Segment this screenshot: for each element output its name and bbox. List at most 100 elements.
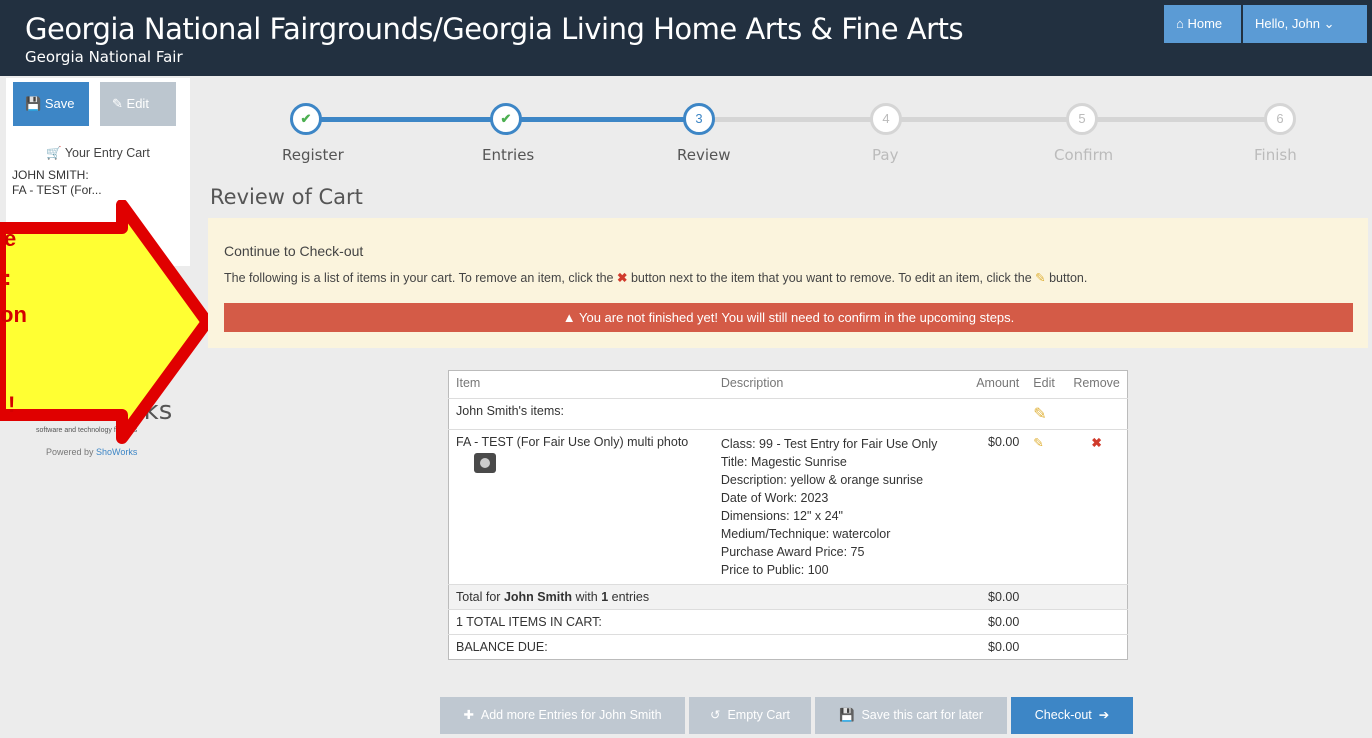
total-with: with [572,590,602,604]
home-icon: ⌂ [1176,16,1184,31]
arrow-right-icon: ➔ [1098,708,1110,722]
checkout-label: Check-out [1034,708,1092,722]
desc-line: Medium/Technique: watercolor [720,527,891,541]
entry-cart-label: Your Entry Cart [64,146,150,160]
entry-edit-cell: ✎ [1026,429,1067,585]
items-in-cart-label: 1 TOTAL ITEMS IN CART: [448,609,965,635]
pencil-icon: ✎ [1035,271,1046,285]
check-icon: ✔ [300,111,312,126]
checkout-info-panel: Continue to Check-out The following is a… [208,218,1368,348]
table-row: Total for John Smith with 1 entries $0.0… [448,584,1128,610]
instructions-part-2: button next to the item that you want to… [630,271,1032,285]
table-row: 1 TOTAL ITEMS IN CART: $0.00 [448,609,1128,635]
add-more-label: Add more Entries for John Smith [480,708,662,722]
step-2-label: Entries [482,146,535,164]
pencil-icon: ✎ [112,96,123,111]
total-name: John Smith [503,590,572,604]
step-1-label: Register [282,146,344,164]
save-button[interactable]: 💾 Save [13,82,89,126]
step-4-circle: 4 [870,103,902,135]
floppy-icon: 💾 [838,708,855,722]
desc-line: Description: yellow & orange sunrise [720,473,924,487]
undo-icon: ↺ [710,708,721,722]
cart-owner-name: JOHN SMITH: [12,168,89,182]
entry-remove-cell: ✖ [1066,429,1128,585]
cart-table: Item Description Amount Edit Remove John… [448,370,1128,660]
table-row: John Smith's items: ✎ [448,398,1128,430]
remove-x-icon: ✖ [617,271,628,285]
table-header-row: Item Description Amount Edit Remove [449,371,1128,399]
balance-due-amount: $0.00 [964,634,1027,660]
warning-icon: ▲ [562,310,576,325]
page-title: Georgia National Fairgrounds/Georgia Liv… [25,12,964,46]
pencil-icon[interactable]: ✎ [1033,406,1046,423]
edit-label: Edit [126,96,149,111]
camera-icon [474,453,496,473]
entry-amount: $0.00 [964,429,1027,585]
desc-line: Title: Magestic Sunrise [720,455,847,469]
empty-cart-button[interactable]: ↺ Empty Cart [689,697,811,734]
entry-item-cell: FA - TEST (For Fair Use Only) multi phot… [448,429,714,585]
checkout-button[interactable]: Check-out ➔ [1011,697,1133,734]
items-in-cart-amount: $0.00 [964,609,1027,635]
review-title: Review of Cart [210,185,363,209]
group-edit-cell: ✎ [1026,398,1067,430]
progress-line-pending [700,117,1280,122]
total-amount: $0.00 [964,584,1027,610]
header-description: Description [720,376,784,390]
table-row: FA - TEST (For Fair Use Only) multi phot… [448,429,1128,585]
check-icon: ✔ [500,111,512,126]
desc-line: Class: 99 - Test Entry for Fair Use Only [720,437,938,451]
group-label: John Smith's items: [448,398,1027,430]
empty-cell [1066,634,1128,660]
powered-by: Powered by ShoWorks [46,447,137,457]
empty-cell [1066,584,1128,610]
empty-cell [1026,609,1067,635]
step-5-label: Confirm [1054,146,1114,164]
step-6-circle: 6 [1264,103,1296,135]
user-label: Hello, John [1255,16,1321,31]
desc-line: Price to Public: 100 [720,563,829,577]
cart-icon: 🛒 [46,146,62,160]
step-3-circle: 3 [683,103,715,135]
remove-x-icon[interactable]: ✖ [1091,436,1101,450]
save-label: Save [44,96,75,111]
pencil-icon[interactable]: ✎ [1033,436,1043,450]
floppy-icon: 💾 [25,96,42,111]
header-item: Item [456,376,481,390]
cart-item-link[interactable]: FA - TEST (For... [12,183,102,197]
balance-due-label: BALANCE DUE: [448,634,965,660]
table-row: BALANCE DUE: $0.00 [448,634,1128,660]
user-menu-button[interactable]: Hello, John ⌄ [1243,5,1367,43]
step-1-circle: ✔ [290,103,322,135]
chevron-down-icon: ⌄ [1323,16,1335,31]
header-edit: Edit [1033,376,1055,390]
empty-cell [1026,634,1067,660]
entry-item-name: FA - TEST (For Fair Use Only) multi phot… [456,435,689,449]
entry-description-cell: Class: 99 - Test Entry for Fair Use Only… [713,429,965,585]
desc-line: Date of Work: 2023 [720,491,829,505]
add-more-entries-button[interactable]: ✚ Add more Entries for John Smith [440,697,685,734]
annotation-text-2: : [4,265,12,290]
entry-cart-heading: 🛒 Your Entry Cart [46,146,150,161]
powered-link[interactable]: ShoWorks [96,447,137,457]
annotation-text-3: on [0,302,27,327]
desc-line: Dimensions: 12" x 24" [720,509,843,523]
home-label: Home [1187,16,1223,31]
plus-icon: ✚ [463,708,474,722]
annotation-text-1: e [4,226,17,251]
edit-button[interactable]: ✎ Edit [100,82,176,126]
step-4-label: Pay [872,146,899,164]
total-label: Total for John Smith with 1 entries [448,584,965,610]
not-finished-alert: ▲ You are not finished yet! You will sti… [224,303,1353,332]
save-cart-later-button[interactable]: 💾 Save this cart for later [815,697,1007,734]
page-subtitle: Georgia National Fair [25,48,183,66]
step-3-label: Review [677,146,731,164]
annotation-arrow [0,200,213,444]
panel-instructions: The following is a list of items in your… [224,270,1087,285]
home-button[interactable]: ⌂ Home [1164,5,1241,43]
step-2-circle: ✔ [490,103,522,135]
header-amount: Amount [976,376,1020,390]
group-remove-cell [1066,398,1128,430]
empty-cart-label: Empty Cart [727,708,790,722]
